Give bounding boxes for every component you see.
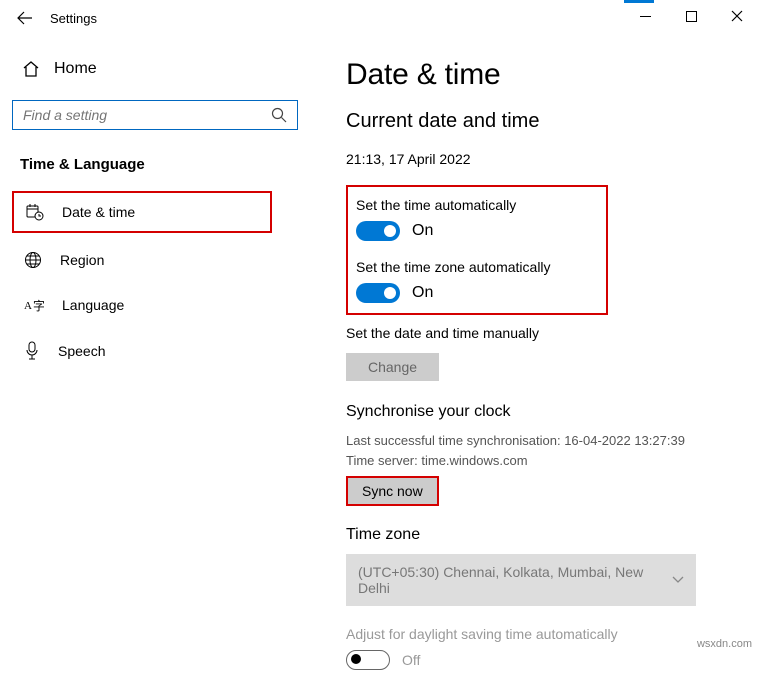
- sidebar-item-label: Region: [60, 252, 104, 268]
- category-heading: Time & Language: [20, 156, 308, 173]
- page-title: Date & time: [346, 58, 740, 92]
- maximize-icon: [686, 11, 697, 22]
- dst-state: Off: [402, 652, 420, 668]
- sidebar: Home Time & Language Date & time Region …: [0, 36, 320, 700]
- minimize-button[interactable]: [622, 0, 668, 32]
- auto-tz-toggle[interactable]: [356, 283, 400, 303]
- sidebar-item-speech[interactable]: Speech: [12, 331, 308, 371]
- microphone-icon: [24, 341, 40, 361]
- minimize-icon: [640, 11, 651, 22]
- change-button: Change: [346, 353, 439, 381]
- sidebar-item-label: Speech: [58, 343, 105, 359]
- sidebar-item-date-time[interactable]: Date & time: [12, 191, 272, 233]
- auto-time-state: On: [412, 222, 433, 240]
- svg-text:A: A: [24, 300, 32, 312]
- search-icon: [271, 107, 287, 123]
- main-panel: Date & time Current date and time 21:13,…: [320, 36, 760, 700]
- language-icon: A字: [24, 297, 44, 313]
- section-subheading: Current date and time: [346, 110, 740, 133]
- window-controls: [622, 0, 760, 32]
- sync-now-button[interactable]: Sync now: [346, 476, 439, 506]
- chevron-down-icon: [672, 576, 684, 584]
- auto-time-label: Set the time automatically: [356, 197, 592, 213]
- auto-settings-group: Set the time automatically On Set the ti…: [346, 185, 608, 315]
- home-label: Home: [54, 60, 97, 78]
- window-title: Settings: [50, 11, 97, 26]
- auto-time-toggle[interactable]: [356, 221, 400, 241]
- dst-label: Adjust for daylight saving time automati…: [346, 626, 740, 642]
- back-arrow-icon: [17, 10, 33, 26]
- sidebar-item-language[interactable]: A字 Language: [12, 287, 308, 323]
- watermark: wsxdn.com: [697, 638, 752, 650]
- back-button[interactable]: [12, 5, 38, 31]
- globe-icon: [24, 251, 42, 269]
- sidebar-item-label: Date & time: [62, 204, 135, 220]
- sync-heading: Synchronise your clock: [346, 403, 740, 421]
- search-input-container[interactable]: [12, 100, 298, 130]
- timezone-heading: Time zone: [346, 526, 740, 544]
- dst-toggle: [346, 650, 390, 670]
- current-datetime: 21:13, 17 April 2022: [346, 151, 740, 167]
- sync-server: Time server: time.windows.com: [346, 451, 740, 471]
- close-icon: [731, 10, 743, 22]
- auto-tz-label: Set the time zone automatically: [356, 259, 592, 275]
- home-link[interactable]: Home: [12, 52, 308, 86]
- sync-last: Last successful time synchronisation: 16…: [346, 431, 740, 451]
- close-button[interactable]: [714, 0, 760, 32]
- date-time-icon: [26, 203, 44, 221]
- sidebar-item-label: Language: [62, 297, 124, 313]
- timezone-dropdown: (UTC+05:30) Chennai, Kolkata, Mumbai, Ne…: [346, 554, 696, 606]
- timezone-value: (UTC+05:30) Chennai, Kolkata, Mumbai, Ne…: [358, 564, 672, 596]
- maximize-button[interactable]: [668, 0, 714, 32]
- svg-text:字: 字: [33, 298, 44, 313]
- search-input[interactable]: [23, 107, 263, 123]
- auto-tz-state: On: [412, 284, 433, 302]
- sidebar-item-region[interactable]: Region: [12, 241, 308, 279]
- manual-label: Set the date and time manually: [346, 325, 740, 341]
- home-icon: [22, 61, 40, 77]
